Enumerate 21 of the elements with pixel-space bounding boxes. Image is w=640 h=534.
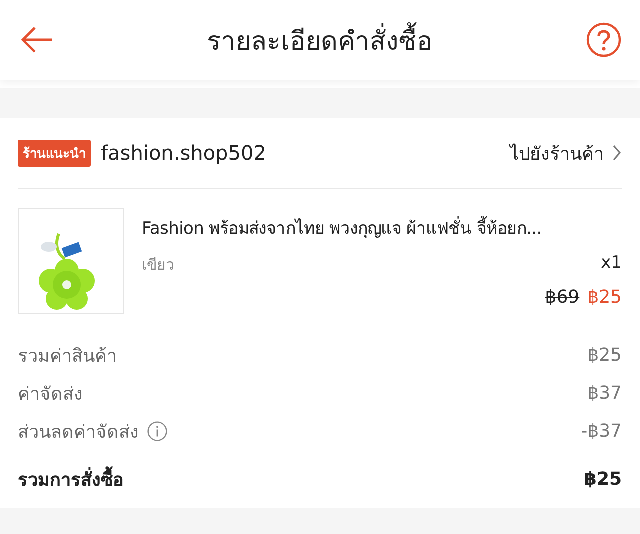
summary-value: ฿37 xyxy=(588,382,622,404)
summary-value: ฿25 xyxy=(588,344,622,366)
summary-label: ส่วนลดค่าจัดส่ง xyxy=(18,420,139,444)
sale-price: ฿25 xyxy=(588,287,622,308)
go-to-shop-link[interactable]: ไปยังร้านค้า xyxy=(510,138,604,168)
chevron-icon[interactable] xyxy=(612,144,622,162)
shop-badge: ร้านแนะนำ xyxy=(18,140,91,166)
summary-value: -฿37 xyxy=(581,420,622,442)
product-variant: เขียว xyxy=(142,255,174,276)
help-icon[interactable] xyxy=(586,22,622,58)
summary-label: รวมค่าสินค้า xyxy=(18,344,117,368)
summary-label: ค่าจัดส่ง xyxy=(18,382,83,406)
page-title: รายละเอียดคำสั่งซื้อ xyxy=(54,20,586,60)
product-name: Fashion พร้อมส่งจากไทย พวงกุญแจ ผ้าแฟชั่น จี้ห้อยก... xyxy=(142,214,622,241)
original-price: ฿69 xyxy=(545,287,580,308)
shop-name: fashion.shop502 xyxy=(101,141,266,165)
info-icon[interactable] xyxy=(147,420,168,442)
summary-value: ฿25 xyxy=(584,468,622,490)
quantity: x1 xyxy=(601,253,622,275)
summary-label: รวมการสั่งซื้อ xyxy=(18,464,124,494)
back-icon[interactable] xyxy=(20,26,54,54)
